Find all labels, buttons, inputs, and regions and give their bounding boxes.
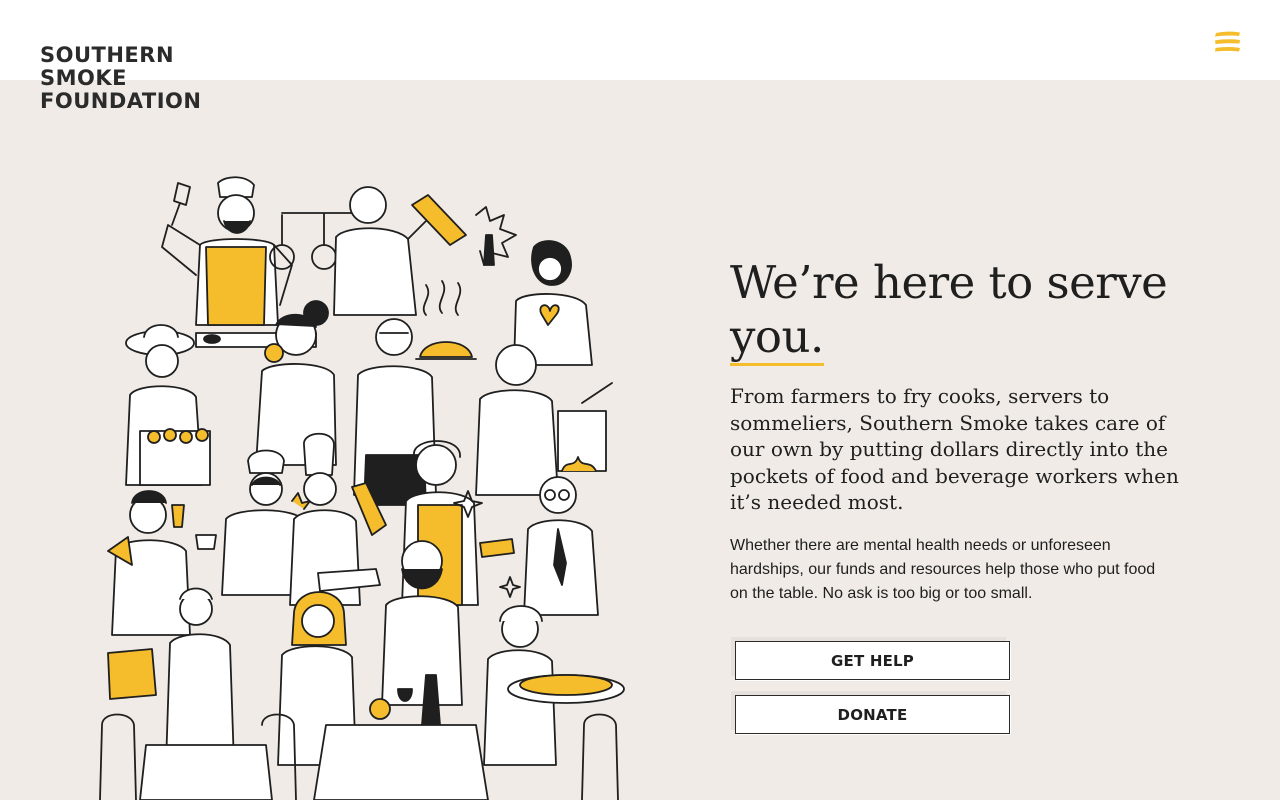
- hospitality-workers-illustration: [99, 176, 625, 800]
- menu-button[interactable]: [1210, 26, 1244, 60]
- donate-button[interactable]: DONATE: [735, 695, 1010, 734]
- southern-smoke-logo[interactable]: SOUTHERN SMOKE FOUNDATION: [40, 44, 201, 113]
- logo-line-2: SMOKE: [40, 66, 127, 90]
- logo-line-1: SOUTHERN: [40, 43, 175, 67]
- logo-line-3: FOUNDATION: [40, 89, 202, 113]
- get-help-button[interactable]: GET HELP: [735, 641, 1010, 680]
- headline-main: We’re here to serve: [730, 256, 1168, 309]
- hamburger-menu-icon: [1215, 31, 1240, 52]
- hero-lead-paragraph: From farmers to fry cooks, servers to so…: [730, 384, 1179, 514]
- hero-headline: We’re here to serve you.: [730, 256, 1230, 366]
- hero-body-paragraph: Whether there are mental health needs or…: [730, 537, 1156, 602]
- headline-underlined-word: you.: [730, 310, 824, 366]
